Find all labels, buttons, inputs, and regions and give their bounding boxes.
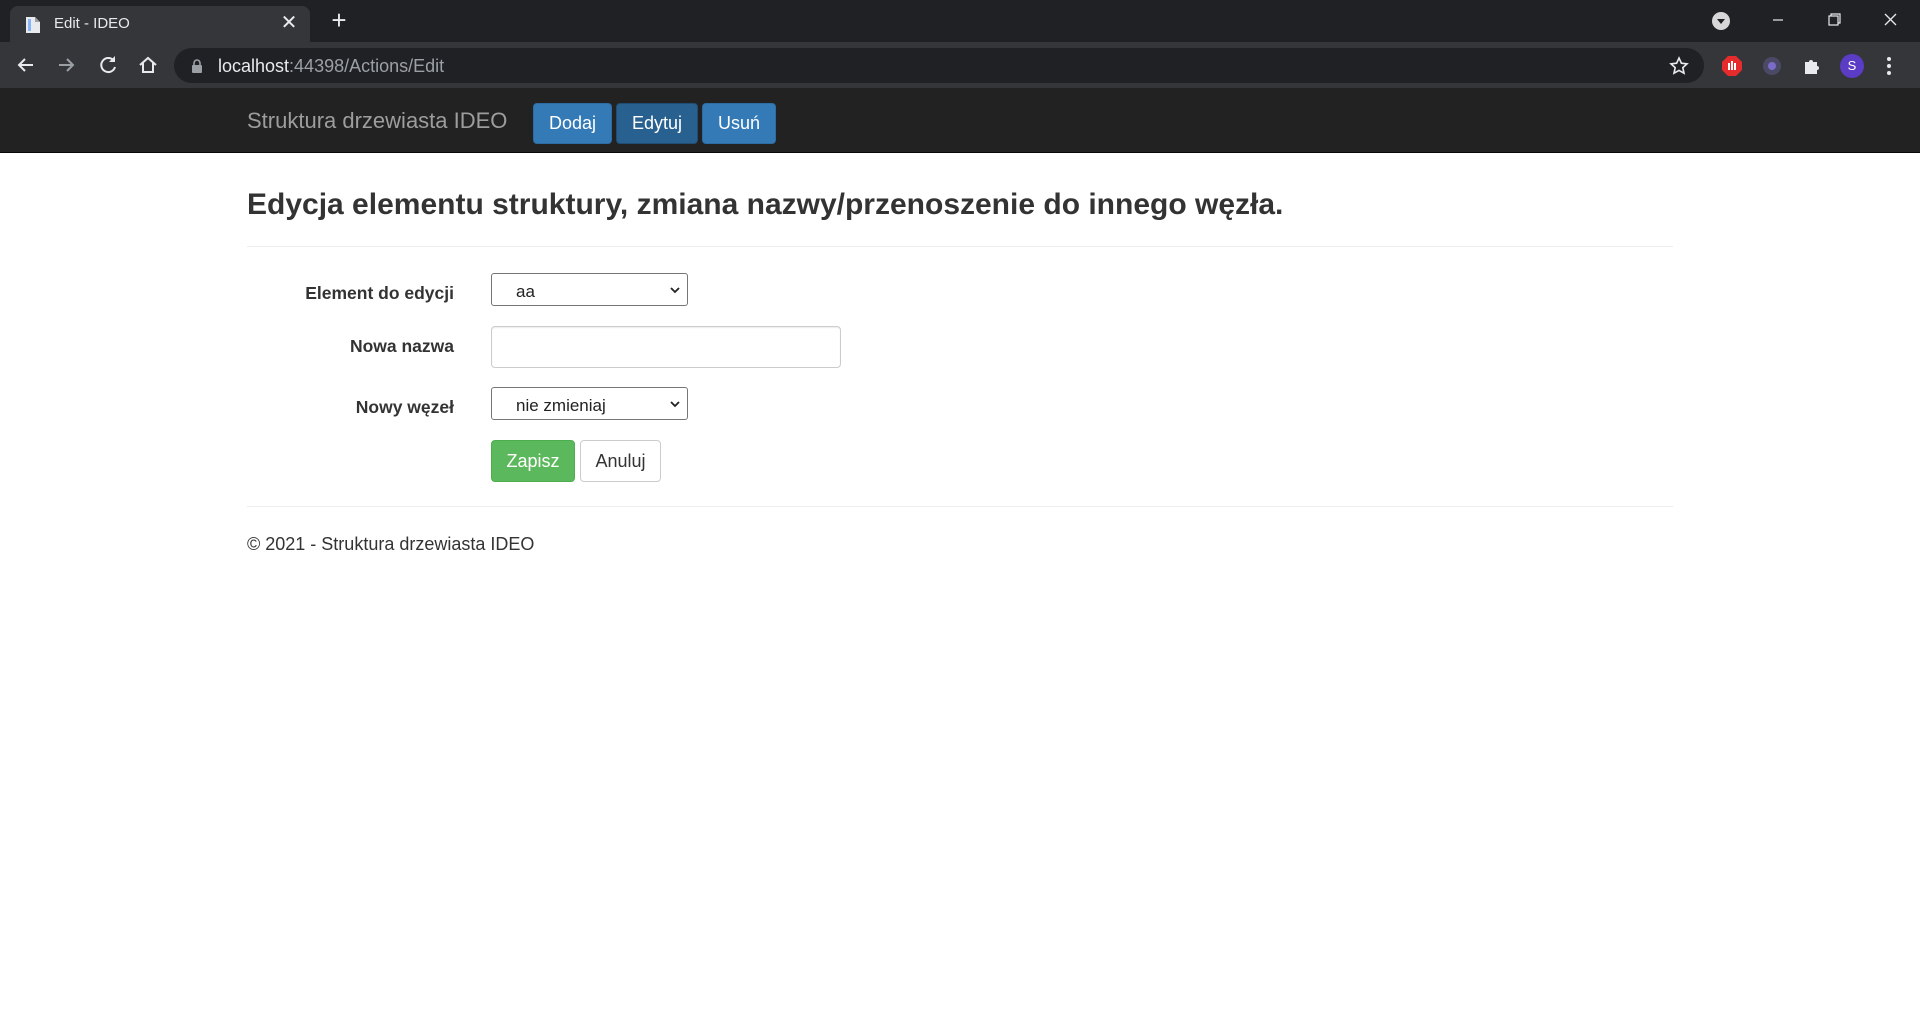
profile-avatar[interactable]: S — [1840, 54, 1864, 78]
forward-icon[interactable] — [52, 51, 80, 79]
new-node-label: Nowy węzeł — [355, 397, 454, 417]
address-bar[interactable]: localhost:44398/Actions/Edit — [174, 48, 1704, 83]
browser-toolbar: localhost:44398/Actions/Edit S — [0, 42, 1920, 88]
browser-tab[interactable]: Edit - IDEO ✕ — [10, 6, 310, 42]
element-label: Element do edycji — [305, 283, 454, 303]
cancel-button[interactable]: Anuluj — [580, 440, 661, 482]
reload-icon[interactable] — [94, 51, 122, 79]
new-name-input[interactable] — [491, 326, 841, 368]
more-menu-icon[interactable] — [1884, 54, 1894, 78]
chevron-down-icon — [670, 287, 680, 294]
new-name-label: Nowa nazwa — [349, 336, 454, 356]
page-title: Edycja elementu struktury, zmiana nazwy/… — [247, 188, 1284, 221]
url-text: localhost:44398/Actions/Edit — [218, 56, 445, 76]
back-icon[interactable] — [12, 51, 40, 79]
divider — [247, 506, 1673, 507]
restore-icon[interactable] — [1812, 6, 1856, 36]
tab-search-icon[interactable] — [1712, 12, 1730, 30]
close-window-icon[interactable] — [1868, 6, 1912, 36]
site-navbar: Struktura drzewiasta IDEO Dodaj Edytuj U… — [0, 88, 1920, 153]
nav-delete-button[interactable]: Usuń — [702, 103, 777, 144]
lock-icon — [192, 59, 202, 73]
element-select-value: aa — [516, 282, 535, 301]
divider — [247, 246, 1673, 247]
nav-edit-button[interactable]: Edytuj — [616, 103, 699, 144]
brand-link[interactable]: Struktura drzewiasta IDEO — [247, 108, 507, 134]
new-tab-icon[interactable]: + — [326, 7, 352, 34]
browser-tabstrip: Edit - IDEO ✕ + — [0, 0, 1920, 42]
new-node-select-value: nie zmieniaj — [516, 396, 606, 415]
extension-icon[interactable] — [1760, 54, 1784, 78]
minimize-icon[interactable] — [1756, 6, 1800, 36]
close-tab-icon[interactable]: ✕ — [278, 12, 300, 34]
element-select[interactable]: aa — [491, 273, 688, 306]
save-button[interactable]: Zapisz — [491, 440, 575, 482]
nav-add-button[interactable]: Dodaj — [533, 103, 613, 144]
chevron-down-icon — [670, 401, 680, 408]
page-icon — [26, 17, 40, 33]
footer-text: © 2021 - Struktura drzewiasta IDEO — [247, 534, 535, 554]
bookmark-star-icon[interactable] — [1668, 55, 1690, 77]
tab-title: Edit - IDEO — [54, 15, 130, 32]
puzzle-extensions-icon[interactable] — [1800, 54, 1824, 78]
home-icon[interactable] — [134, 51, 162, 79]
new-node-select[interactable]: nie zmieniaj — [491, 387, 688, 420]
adblock-extension-icon[interactable] — [1720, 54, 1744, 78]
